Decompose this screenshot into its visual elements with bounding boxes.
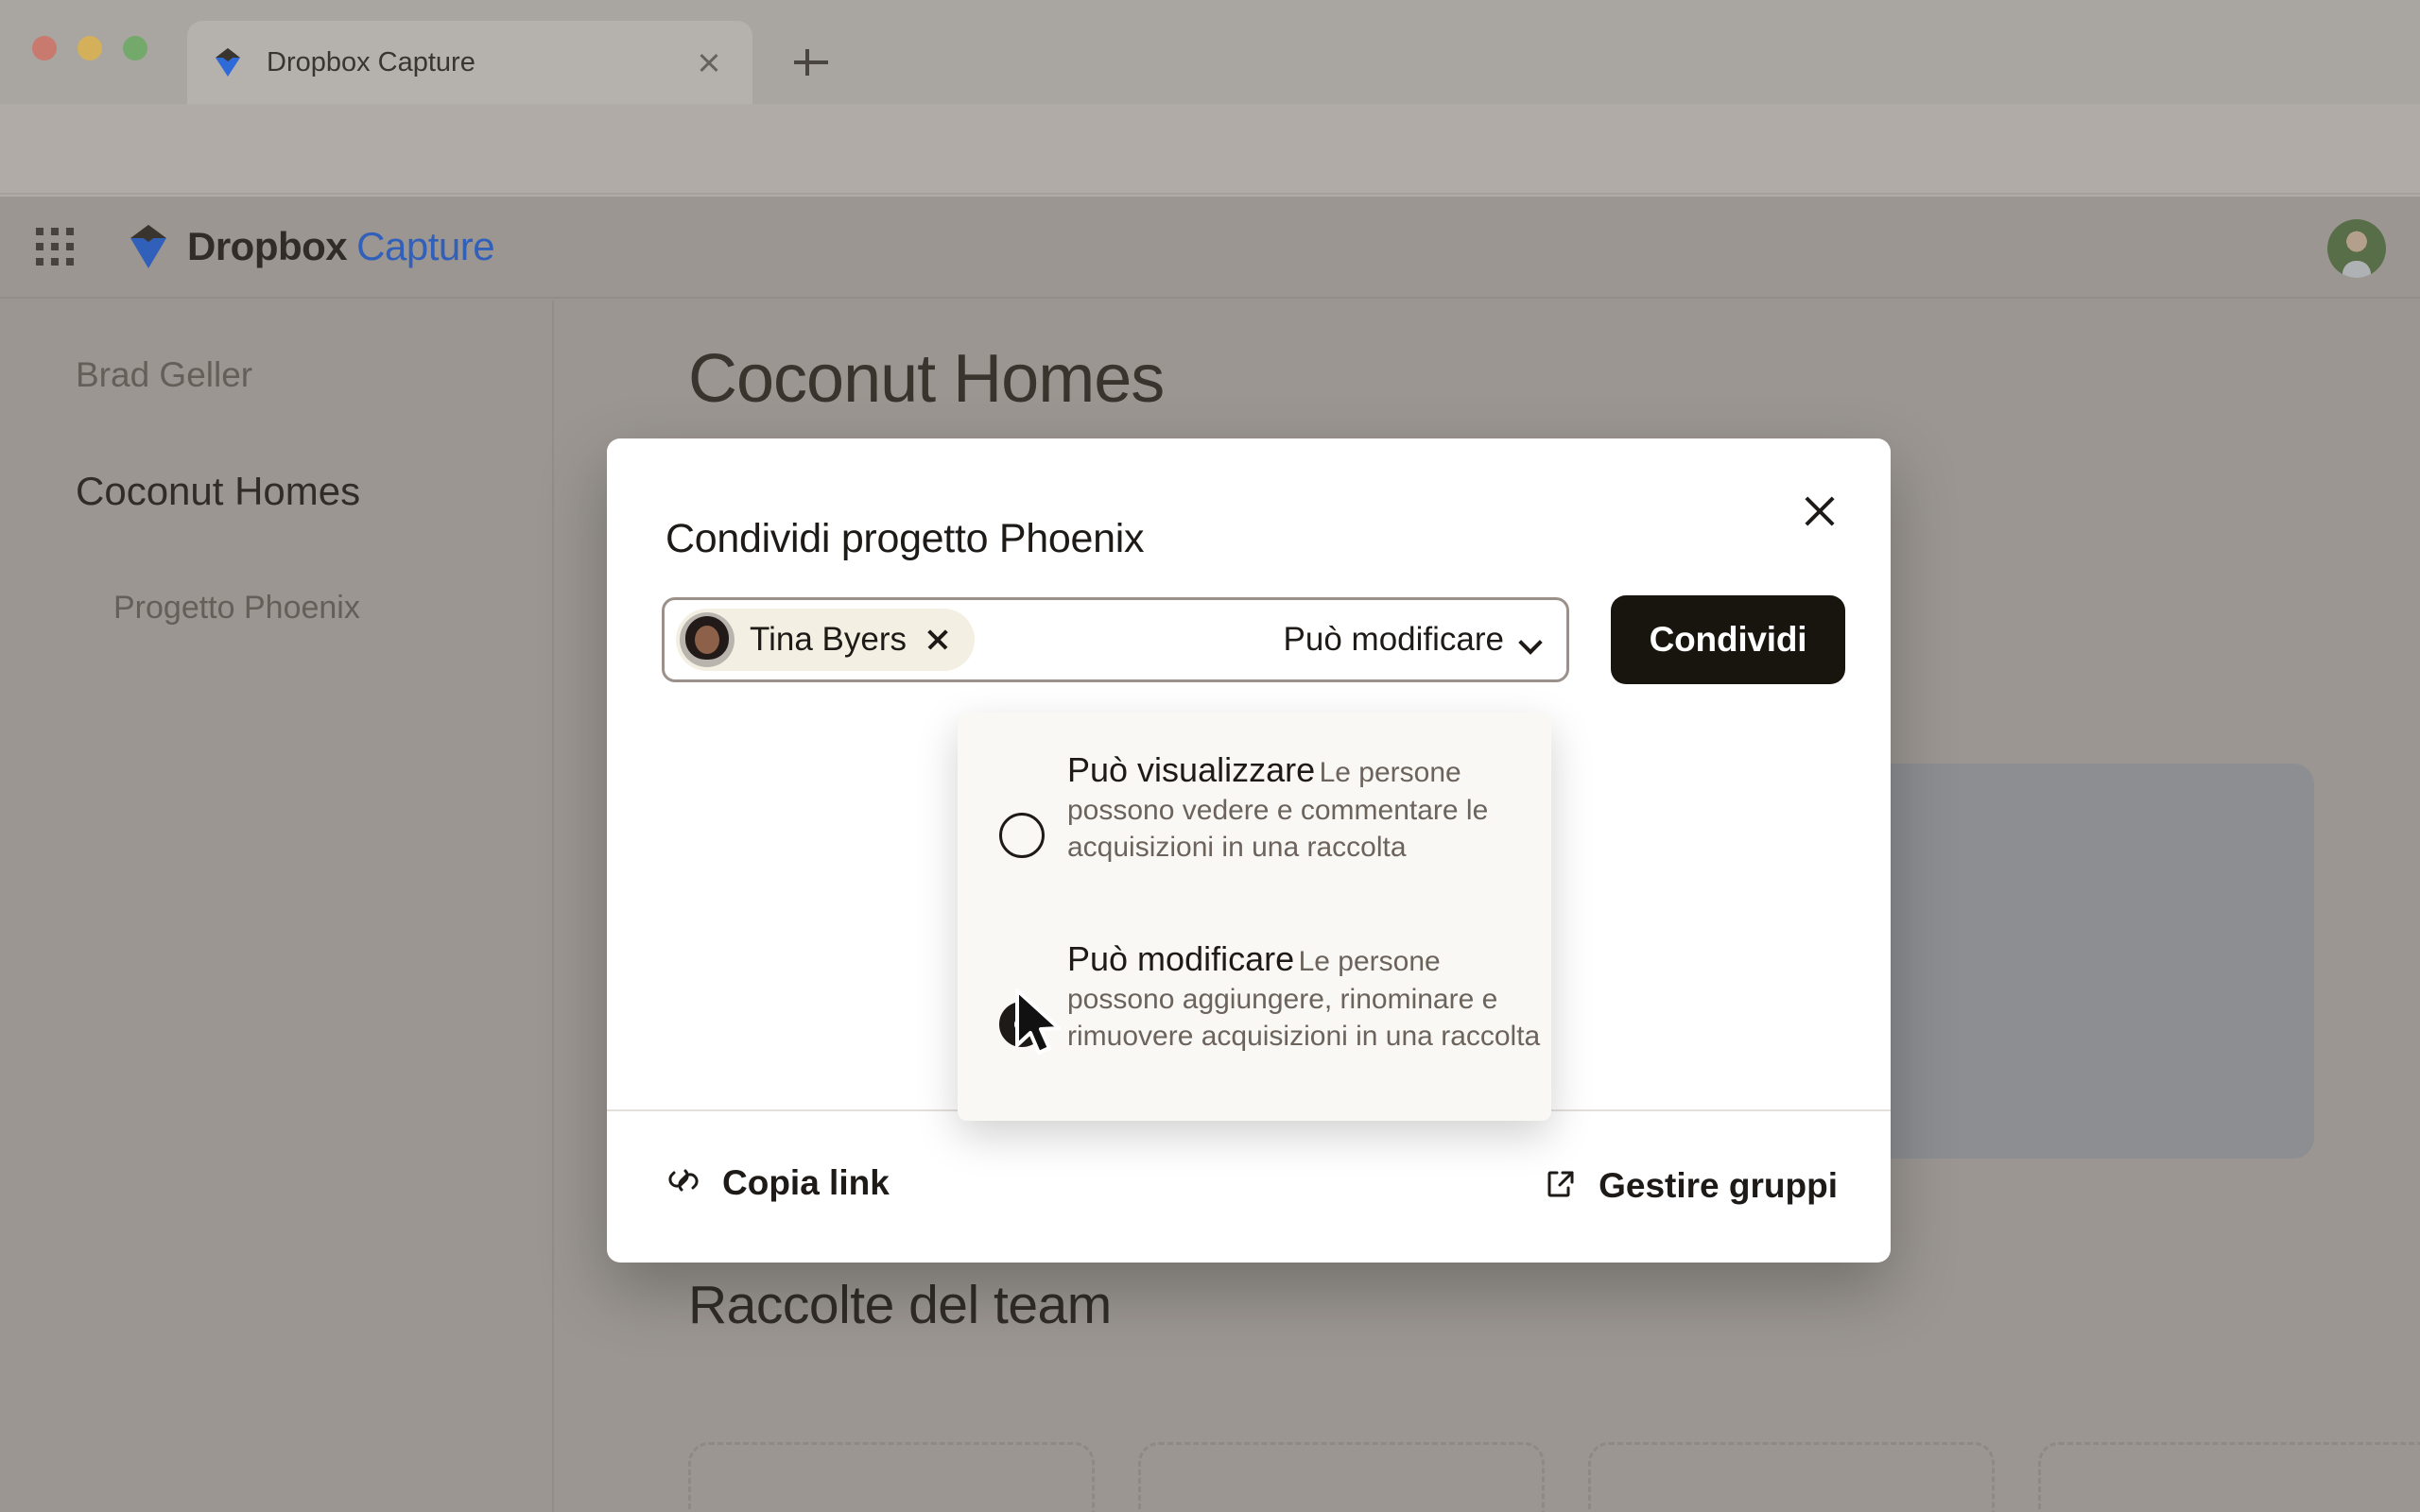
remove-chip-icon[interactable]	[925, 627, 950, 652]
external-link-icon	[1544, 1167, 1578, 1206]
close-window-button[interactable]	[32, 36, 57, 60]
dropbox-favicon-icon	[212, 46, 244, 78]
manage-groups-button[interactable]: Gestire gruppi	[1544, 1166, 1838, 1206]
minimize-window-button[interactable]	[78, 36, 102, 60]
recipient-name: Tina Byers	[750, 621, 907, 658]
manage-groups-label: Gestire gruppi	[1599, 1166, 1838, 1205]
browser-toolbar: capture.dropbox.com	[0, 104, 2420, 284]
browser-tab[interactable]: Dropbox Capture	[187, 21, 752, 104]
permission-option-title: Può visualizzare	[1067, 750, 1316, 789]
browser-window: Dropbox Capture capture.dropb	[0, 0, 2420, 1512]
permission-option-can-view[interactable]: Può visualizzare Le persone possono vede…	[958, 750, 1551, 867]
permission-value: Può modificare	[1283, 621, 1504, 658]
radio-unchecked-icon[interactable]	[999, 813, 1045, 858]
permission-dropdown-menu: Può visualizzare Le persone possono vede…	[958, 713, 1551, 1121]
recipient-chip[interactable]: Tina Byers	[676, 609, 975, 671]
close-icon[interactable]	[1792, 484, 1847, 539]
new-tab-button[interactable]	[790, 42, 832, 83]
link-icon	[666, 1162, 701, 1203]
permission-dropdown-trigger[interactable]: Può modificare	[1284, 621, 1542, 659]
maximize-window-button[interactable]	[123, 36, 147, 60]
window-traffic-lights[interactable]	[32, 36, 147, 60]
recipient-input[interactable]: Tina Byers Può modificare	[662, 597, 1569, 682]
contact-avatar-icon	[680, 612, 735, 667]
share-button[interactable]: Condividi	[1611, 595, 1845, 684]
tab-title: Dropbox Capture	[267, 46, 475, 77]
copy-link-button[interactable]: Copia link	[666, 1162, 890, 1203]
mouse-pointer-icon	[1013, 988, 1064, 1058]
permission-option-title: Può modificare	[1067, 939, 1295, 978]
tab-close-icon[interactable]	[690, 43, 728, 81]
copy-link-label: Copia link	[722, 1162, 890, 1202]
chevron-down-icon	[1521, 634, 1542, 645]
dialog-title: Condividi progetto Phoenix	[666, 516, 1145, 561]
browser-tabstrip: Dropbox Capture	[0, 0, 2420, 104]
